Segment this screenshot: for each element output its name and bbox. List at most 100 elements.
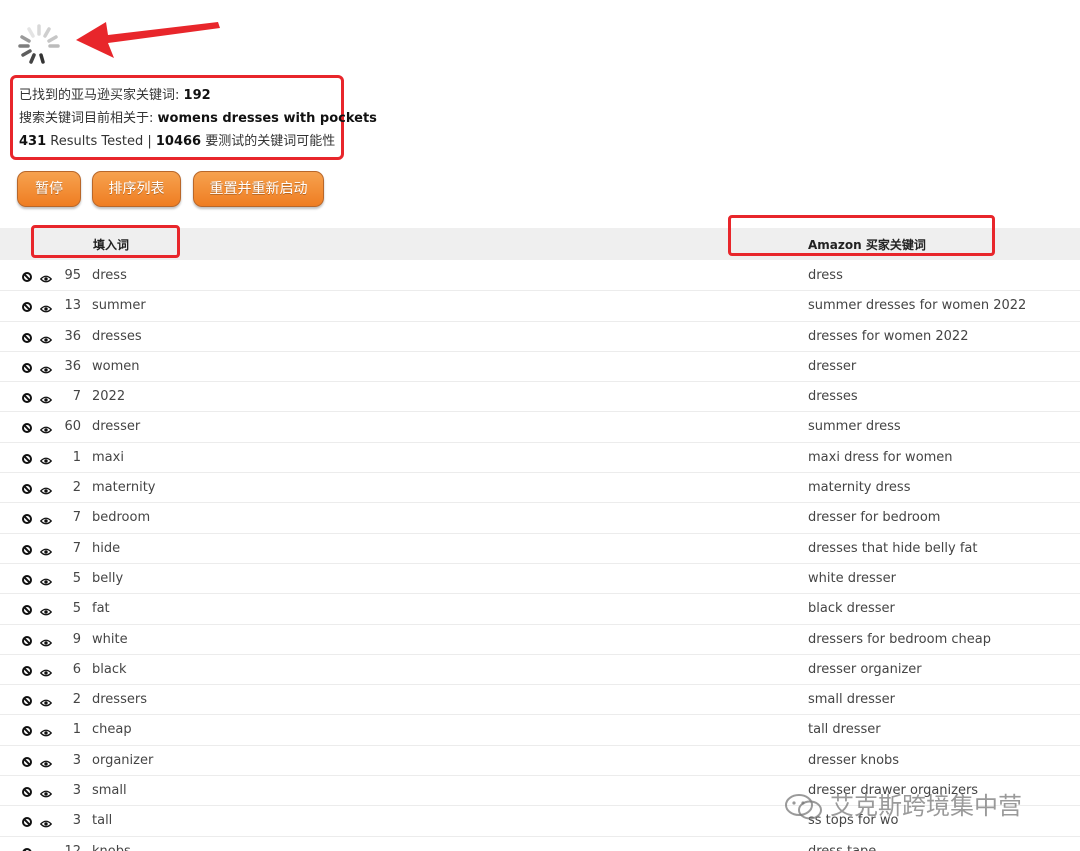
amazon-keyword[interactable]: dresses for women 2022 (808, 329, 968, 344)
seed-word: cheap (92, 722, 132, 738)
result-count: 7 (72, 389, 81, 405)
table-row: 5 fat black dresser (0, 594, 1080, 625)
eye-icon[interactable] (39, 605, 53, 616)
block-icon[interactable] (22, 422, 32, 434)
watermark-text: 艾克斯跨境集中营 (830, 792, 1022, 820)
amazon-keyword[interactable]: tall dresser (808, 722, 881, 737)
eye-icon[interactable] (40, 848, 52, 851)
watermark: 艾克斯跨境集中营 (784, 786, 1022, 820)
searching-label: 搜索关键词目前相关于: (19, 111, 154, 126)
amazon-keyword[interactable]: dresser knobs (808, 753, 899, 768)
annotation-arrow (76, 22, 220, 58)
eye-icon[interactable] (39, 545, 53, 556)
seed-word: summer (92, 298, 146, 314)
table-row: 5 belly white dresser (0, 564, 1080, 595)
table-row: 7 2022 dresses (0, 382, 1080, 413)
result-count: 60 (64, 419, 81, 435)
eye-icon[interactable] (39, 696, 53, 707)
eye-icon[interactable] (39, 393, 53, 404)
eye-icon[interactable] (39, 454, 53, 465)
eye-icon[interactable] (39, 363, 53, 374)
eye-icon[interactable] (39, 666, 53, 677)
result-count: 1 (72, 449, 81, 465)
table-row: 7 hide dresses that hide belly fat (0, 534, 1080, 564)
result-count: 5 (72, 570, 81, 586)
seed-word: knobs (92, 844, 131, 851)
amazon-keyword[interactable]: dresses (808, 389, 858, 404)
table-row: 1 cheap tall dresser (0, 715, 1080, 746)
result-count: 3 (72, 752, 81, 768)
eye-icon[interactable] (39, 302, 53, 313)
amazon-keyword[interactable]: dresser for bedroom (808, 510, 940, 525)
block-icon[interactable] (22, 695, 32, 707)
result-count: 2 (72, 480, 81, 496)
block-icon[interactable] (22, 332, 32, 343)
block-icon[interactable] (22, 756, 32, 767)
eye-icon[interactable] (39, 787, 53, 798)
amazon-keyword[interactable]: white dresser (808, 571, 896, 586)
block-icon[interactable] (22, 513, 32, 525)
block-icon[interactable] (22, 786, 32, 798)
seed-word: dresses (92, 328, 142, 344)
amazon-keyword[interactable]: maxi dress for women (808, 450, 953, 465)
eye-icon[interactable] (39, 484, 53, 495)
block-icon[interactable] (22, 362, 32, 373)
loading-spinner-icon (18, 24, 60, 64)
block-icon[interactable] (22, 635, 32, 646)
amazon-keyword[interactable]: dress (808, 268, 843, 283)
eye-icon[interactable] (39, 817, 53, 828)
eye-icon[interactable] (39, 757, 53, 768)
eye-icon[interactable] (39, 575, 53, 586)
pause-button[interactable]: 暂停 (17, 171, 81, 207)
amazon-keyword[interactable]: black dresser (808, 601, 895, 616)
seed-word: small (92, 783, 127, 799)
eye-icon[interactable] (39, 333, 53, 343)
tested-label: Results Tested | (50, 134, 152, 149)
block-icon[interactable] (22, 574, 32, 585)
block-icon[interactable] (22, 301, 32, 313)
eye-icon[interactable] (39, 514, 53, 525)
seed-word: bedroom (92, 510, 151, 526)
seed-word: tall (92, 813, 113, 829)
block-icon[interactable] (22, 604, 32, 616)
eye-icon[interactable] (39, 636, 53, 646)
table-row: 12 knobs dress tape (0, 837, 1080, 851)
eye-icon[interactable] (39, 423, 53, 434)
found-label: 已找到的亚马逊买家关键词: (19, 88, 180, 103)
block-icon[interactable] (22, 483, 32, 495)
amazon-keyword[interactable]: dresses that hide belly fat (808, 541, 977, 556)
result-count: 1 (72, 722, 81, 738)
block-icon[interactable] (22, 271, 32, 282)
amazon-keyword[interactable]: dress tape (808, 844, 876, 851)
block-icon[interactable] (22, 392, 32, 404)
block-icon[interactable] (22, 816, 32, 828)
amazon-keyword[interactable]: summer dress (808, 419, 901, 434)
amazon-keyword[interactable]: maternity dress (808, 480, 910, 495)
result-count: 9 (72, 631, 81, 647)
possible-label: 要测试的关键词可能性 (205, 134, 336, 149)
block-icon[interactable] (22, 453, 32, 464)
block-icon[interactable] (22, 665, 32, 676)
table-row: 9 white dressers for bedroom cheap (0, 625, 1080, 655)
seed-word: black (92, 661, 127, 677)
amazon-keyword[interactable]: dresser organizer (808, 662, 922, 677)
table-row: 1 maxi maxi dress for women (0, 443, 1080, 474)
amazon-keyword[interactable]: dressers for bedroom cheap (808, 632, 991, 647)
amazon-keyword[interactable]: dresser (808, 359, 856, 374)
table-row: 3 organizer dresser knobs (0, 746, 1080, 777)
block-icon[interactable] (22, 544, 32, 555)
amazon-keyword[interactable]: small dresser (808, 692, 895, 707)
eye-icon[interactable] (39, 272, 53, 283)
block-icon[interactable] (22, 725, 32, 737)
eye-icon[interactable] (39, 726, 53, 737)
sort-list-button[interactable]: 排序列表 (92, 171, 181, 207)
searching-term: womens dresses with pockets (157, 111, 377, 126)
reset-restart-button[interactable]: 重置并重新启动 (193, 171, 324, 207)
amazon-keyword[interactable]: summer dresses for women 2022 (808, 298, 1026, 313)
result-count: 2 (72, 692, 81, 708)
current-search-line: 搜索关键词目前相关于: womens dresses with pockets (19, 107, 377, 130)
table-row: 60 dresser summer dress (0, 412, 1080, 443)
block-icon[interactable] (22, 847, 32, 851)
seed-word: maxi (92, 449, 124, 465)
tested-line: 431 Results Tested | 10466 要测试的关键词可能性 (19, 130, 341, 153)
